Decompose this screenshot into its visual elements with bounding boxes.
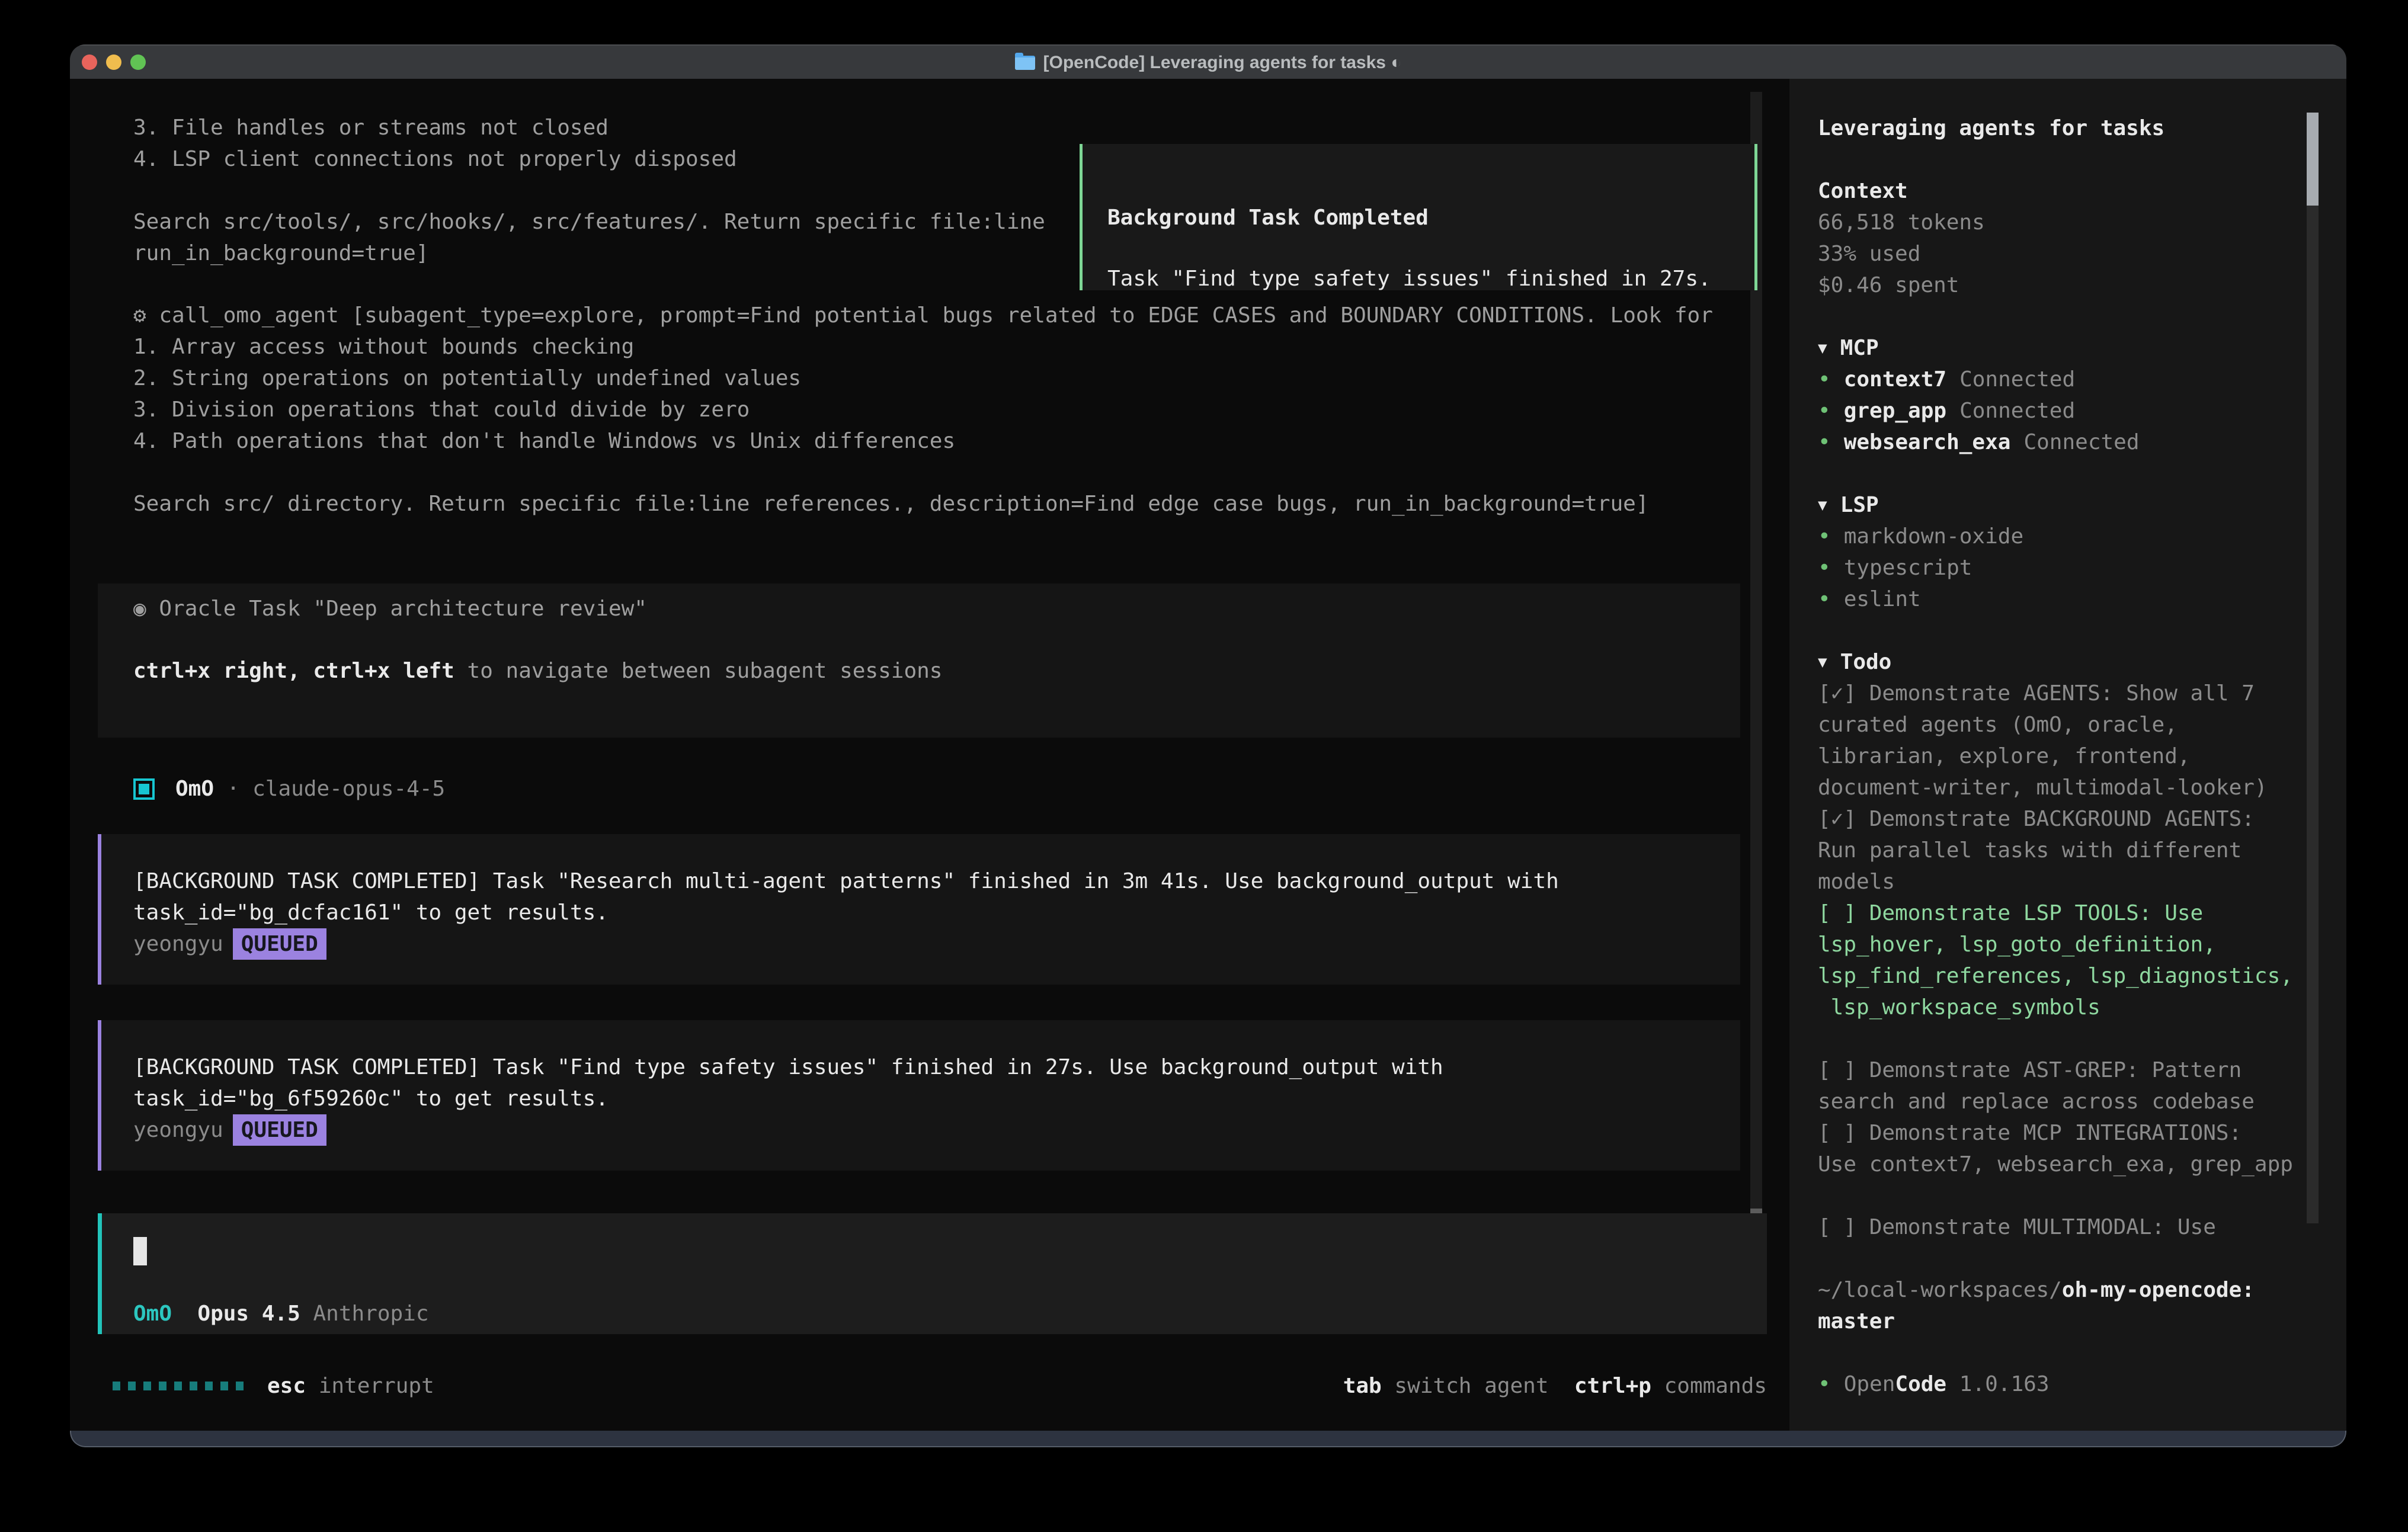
mcp-item: •websearch_exaConnected <box>1818 427 2140 458</box>
record-icon: ◉ <box>133 597 146 621</box>
message-text: task_id="bg_6f59260c" to get results. <box>133 1083 609 1114</box>
mcp-item: •context7Connected <box>1818 364 2075 395</box>
status-dot-icon: • <box>1818 556 1831 580</box>
scrollback-line: Search src/tools/, src/hooks/, src/featu… <box>133 206 1045 238</box>
status-badge: QUEUED <box>233 928 326 960</box>
message-meta: yeongyu QUEUED <box>133 928 326 960</box>
workspace-path: ~/local-workspaces/oh-my-opencode: <box>1818 1274 2255 1306</box>
agent-icon <box>133 778 155 800</box>
todo-line-done: curated agents (OmO, oracle, <box>1818 709 2178 741</box>
oracle-task-title: ◉ Oracle Task "Deep architecture review" <box>133 593 647 624</box>
tool-call-line: 2. String operations on potentially unde… <box>133 363 801 394</box>
sidebar-scrollbar-thumb[interactable] <box>2307 113 2319 206</box>
provider-label: Anthropic <box>313 1302 428 1326</box>
todo-line-pending: [ ] Demonstrate MCP INTEGRATIONS: <box>1818 1117 2242 1149</box>
tool-call-line: Search src/ directory. Return specific f… <box>133 488 1649 520</box>
username: yeongyu <box>133 1118 223 1142</box>
scrollback-line: 4. LSP client connections not properly d… <box>133 143 737 175</box>
lsp-item: •markdown-oxide <box>1818 521 2023 552</box>
terminal-content: 3. File handles or streams not closed 4.… <box>70 79 2346 1431</box>
sidebar-scrollbar-track <box>2307 113 2319 1223</box>
todo-section-header[interactable]: ▼Todo <box>1818 646 1891 678</box>
sidebar: Leveraging agents for tasks Context 66,5… <box>1789 79 2346 1431</box>
tool-call-line: 3. Division operations that could divide… <box>133 394 750 425</box>
context-tokens: 66,518 tokens <box>1818 207 1985 238</box>
gear-icon: ⚙ <box>133 303 146 328</box>
mcp-item: •grep_appConnected <box>1818 395 2075 427</box>
tab-key-hint: tab <box>1343 1374 1382 1398</box>
todo-line-pending: [ ] Demonstrate AST-GREP: Pattern <box>1818 1055 2242 1086</box>
window-title: [OpenCode] Leveraging agents for tasks ◐ <box>1043 53 1402 73</box>
message-text: [BACKGROUND TASK COMPLETED] Task "Find t… <box>133 1052 1443 1083</box>
activity-spinner <box>113 1382 244 1390</box>
status-dot-icon: • <box>1818 587 1831 611</box>
oracle-task-hint: ctrl+x right, ctrl+x left to navigate be… <box>133 655 942 687</box>
todo-line-done: librarian, explore, frontend, <box>1818 741 2191 772</box>
todo-line-done: document-writer, multimodal-looker) <box>1818 772 2268 803</box>
tool-call-line: ⚙ call_omo_agent [subagent_type=explore,… <box>133 300 1713 331</box>
todo-line-active: lsp_hover, lsp_goto_definition, <box>1818 929 2216 960</box>
chevron-down-icon: ▼ <box>1818 653 1827 671</box>
active-agent-label: OmO <box>133 1302 172 1326</box>
text-cursor <box>133 1237 147 1265</box>
lsp-item: •eslint <box>1818 584 1921 615</box>
statusbar-left: esc interrupt <box>113 1370 434 1402</box>
message-card: [BACKGROUND TASK COMPLETED] Task "Find t… <box>98 1020 1740 1171</box>
todo-line-active: lsp_workspace_symbols <box>1818 992 2100 1023</box>
esc-key-hint: esc <box>267 1374 306 1398</box>
todo-line-active: [ ] Demonstrate LSP TOOLS: Use <box>1818 898 2203 929</box>
message-card: [BACKGROUND TASK COMPLETED] Task "Resear… <box>98 834 1740 985</box>
status-badge: QUEUED <box>233 1114 326 1146</box>
app-window: [OpenCode] Leveraging agents for tasks ◐… <box>70 44 2346 1447</box>
tool-call-line: 4. Path operations that don't handle Win… <box>133 425 955 457</box>
chevron-down-icon: ▼ <box>1818 496 1827 514</box>
version-line: •OpenCode 1.0.163 <box>1818 1368 2050 1400</box>
background-task-notification: Background Task Completed Task "Find typ… <box>1080 144 1757 290</box>
oracle-task-panel: ◉ Oracle Task "Deep architecture review"… <box>98 584 1740 738</box>
status-dot-icon: • <box>1818 524 1831 549</box>
context-heading: Context <box>1818 175 1908 207</box>
todo-line-pending: [ ] Demonstrate MULTIMODAL: Use <box>1818 1212 2216 1243</box>
todo-line-done: Run parallel tasks with different <box>1818 835 2242 866</box>
git-branch: master <box>1818 1306 1895 1337</box>
message-text: task_id="bg_dcfac161" to get results. <box>133 897 609 928</box>
session-title: Leveraging agents for tasks <box>1818 113 2164 144</box>
status-dot-icon: • <box>1818 367 1831 392</box>
username: yeongyu <box>133 932 223 956</box>
titlebar: [OpenCode] Leveraging agents for tasks ◐ <box>70 44 2346 79</box>
context-used: 33% used <box>1818 238 1920 270</box>
lsp-item: •typescript <box>1818 552 1972 584</box>
todo-line-done: [✓] Demonstrate BACKGROUND AGENTS: <box>1818 803 2255 835</box>
notification-title: Background Task Completed <box>1107 202 1429 233</box>
todo-line-pending: Use context7, websearch_exa, grep_app <box>1818 1149 2293 1180</box>
statusbar-right: tab switch agent ctrl+p commands <box>1136 1370 1767 1402</box>
notification-body: Task "Find type safety issues" finished … <box>1107 263 1711 294</box>
todo-line-pending: search and replace across codebase <box>1818 1086 2255 1117</box>
status-dot-icon: • <box>1818 430 1831 454</box>
scrollback-line: 3. File handles or streams not closed <box>133 112 609 143</box>
lsp-section-header[interactable]: ▼LSP <box>1818 489 1879 521</box>
chevron-down-icon: ▼ <box>1818 339 1827 357</box>
model-label: Opus 4.5 <box>197 1302 300 1326</box>
status-dot-icon: • <box>1818 399 1831 423</box>
agent-session-header[interactable]: OmO · claude-opus-4-5 <box>175 773 445 805</box>
message-meta: yeongyu QUEUED <box>133 1114 326 1146</box>
message-text: [BACKGROUND TASK COMPLETED] Task "Resear… <box>133 866 1559 897</box>
mcp-section-header[interactable]: ▼MCP <box>1818 332 1879 364</box>
input-meta-row: OmO Opus 4.5 Anthropic <box>133 1298 429 1329</box>
todo-line-done: models <box>1818 866 1895 898</box>
window-bottom-edge <box>70 1431 2346 1447</box>
context-spent: $0.46 spent <box>1818 270 1959 301</box>
scrollback-line: run_in_background=true] <box>133 238 429 269</box>
todo-line-done: [✓] Demonstrate AGENTS: Show all 7 <box>1818 678 2255 709</box>
status-dot-icon: • <box>1818 1372 1831 1396</box>
tool-call-line: 1. Array access without bounds checking <box>133 331 634 363</box>
folder-icon <box>1015 56 1035 70</box>
commands-key-hint: ctrl+p <box>1574 1374 1651 1398</box>
todo-line-active: lsp_find_references, lsp_diagnostics, <box>1818 960 2293 992</box>
